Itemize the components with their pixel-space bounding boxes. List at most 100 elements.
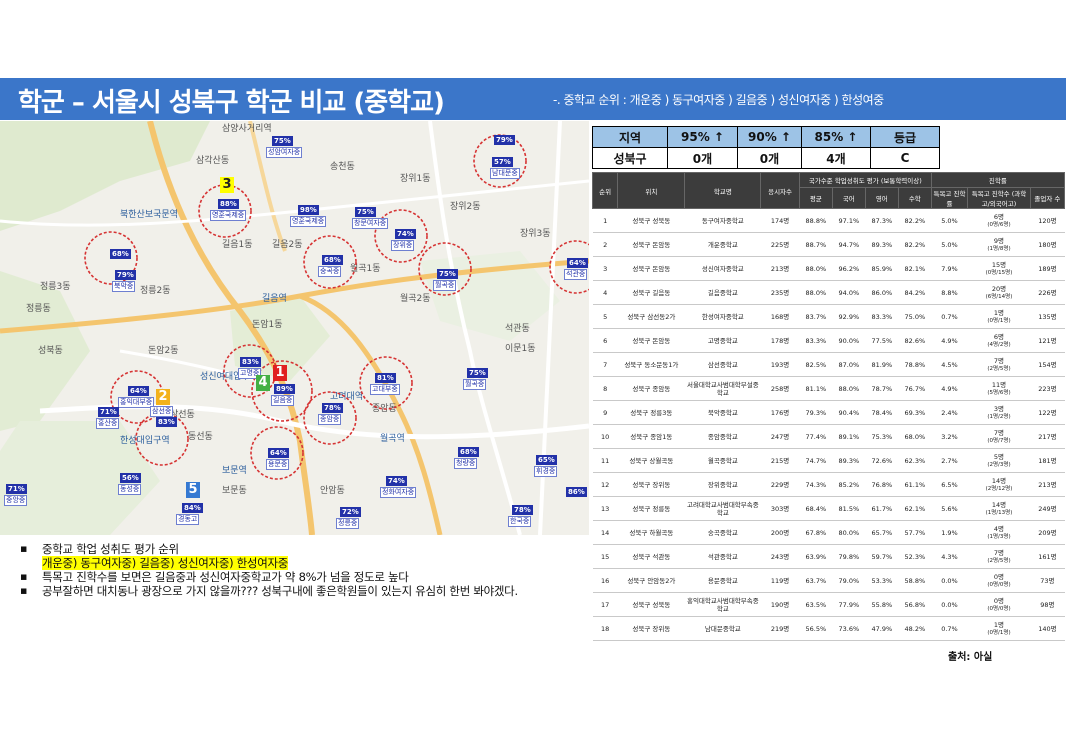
svg-text:월곡2동: 월곡2동 (400, 292, 431, 304)
table-cell-grad: 122명 (1030, 400, 1065, 425)
summary-cell: 4개 (801, 147, 871, 169)
note-item: 개운중) 동구여자중) 길음중) 성신여자중) 한성여자중 (20, 556, 590, 570)
table-cell-rank: 4 (592, 280, 618, 305)
table-cell-grad: 135명 (1030, 304, 1065, 329)
table-cell-math: 56.8% (898, 592, 932, 617)
svg-text:송천동: 송천동 (330, 161, 355, 172)
table-cell-cnt: 15명 (0명/15명) (967, 256, 1031, 281)
cnt-value: 9명 (993, 236, 1005, 245)
table-cell-kor: 94.0% (832, 280, 866, 305)
table-cell-n: 235명 (760, 280, 800, 305)
table-cell-rank: 1 (592, 208, 618, 233)
table-cell-avg: 88.7% (799, 232, 833, 257)
map-label: 삼양사거리역 (222, 123, 272, 134)
table-cell-eng: 61.7% (865, 496, 899, 521)
table-cell-cnt: 5명 (2명/3명) (967, 448, 1031, 473)
map-marker-school: 종암중 (318, 414, 342, 425)
table-cell-cnt: 14명 (2명/12명) (967, 472, 1031, 497)
col-header: 학교명 (684, 172, 762, 209)
table-cell-rate: 5.0% (931, 208, 968, 233)
table-cell-avg: 79.3% (799, 400, 833, 425)
cnt-breakdown: (1명/3명) (987, 533, 1011, 540)
table-cell-cnt: 0명 (0명/0명) (967, 592, 1031, 617)
map-marker-pct: 81% (375, 373, 396, 383)
table-cell-eng: 83.3% (865, 304, 899, 329)
table-cell-math: 82.2% (898, 208, 932, 233)
cnt-breakdown: (1명/2명) (987, 413, 1011, 420)
map-marker-pct: 68% (110, 249, 131, 259)
table-cell-school: 성신여자중학교 (684, 256, 761, 281)
table-cell-math: 84.2% (898, 280, 932, 305)
map-marker-school: 정릉중 (336, 518, 360, 529)
map-marker-pct: 83% (156, 417, 177, 427)
table-cell-avg: 68.4% (799, 496, 833, 521)
table-row: 11 성북구 상월곡동 월곡중학교 215명 74.7% 89.3% 72.6% 62.3% 2… (592, 448, 1065, 473)
notes: ▪ 중학교 학업 성취도 평가 순위 개운중) 동구여자중) 길음중) 성신여자중… (20, 542, 590, 598)
table-cell-grad: 98명 (1030, 592, 1065, 617)
table-cell-rate: 4.9% (931, 328, 968, 353)
svg-text:정릉동: 정릉동 (26, 303, 51, 314)
cnt-value: 14명 (991, 500, 1007, 509)
map-marker-pct: 71% (98, 407, 119, 417)
summary-header: 85% ↑ (801, 126, 871, 148)
table-cell-math: 78.8% (898, 352, 932, 377)
table-cell-math: 57.7% (898, 520, 932, 545)
svg-text:보문동: 보문동 (222, 485, 247, 496)
table-cell-eng: 55.8% (865, 592, 899, 617)
table-cell-avg: 81.1% (799, 376, 833, 401)
table-cell-rank: 2 (592, 232, 618, 257)
map-marker-school: 정화여자중 (380, 487, 417, 498)
cnt-breakdown: (0명/0명) (987, 605, 1011, 612)
map-marker-pct: 71% (6, 484, 27, 494)
cnt-value: 6명 (993, 212, 1005, 221)
table-cell-eng: 76.8% (865, 472, 899, 497)
cnt-value: 3명 (993, 404, 1005, 413)
svg-text:동선동: 동선동 (188, 431, 213, 442)
map-marker-school: 숭곡중 (318, 266, 342, 277)
table-cell-rate: 0.7% (931, 616, 968, 641)
school-map[interactable]: 삼양사거리역 삼각산동 송천동 장위1동 장위2동 장위3동 북한산보국문역 정… (0, 121, 589, 535)
table-cell-loc: 성북구 삼선동2가 (617, 304, 685, 329)
rank-badge: 3 (220, 177, 234, 193)
table-cell-loc: 성북구 종암1동 (617, 424, 685, 449)
cnt-value: 6명 (993, 332, 1005, 341)
table-cell-n: 225명 (760, 232, 800, 257)
map-marker-pct: 79% (494, 135, 515, 145)
table-cell-n: 119명 (760, 568, 800, 593)
summary-cell: 0개 (667, 147, 738, 169)
table-cell-rank: 5 (592, 304, 618, 329)
map-marker-pct: 72% (340, 507, 361, 517)
cnt-breakdown: (6명/14명) (985, 293, 1013, 300)
cnt-value: 1명 (993, 620, 1005, 629)
table-cell-cnt: 7명 (2명/5명) (967, 352, 1031, 377)
cnt-breakdown: (2명/5명) (987, 365, 1011, 372)
table-cell-rank: 12 (592, 472, 618, 497)
col-header: 순위 (591, 172, 619, 209)
table-cell-loc: 성북구 길음동 (617, 280, 685, 305)
table-cell-math: 52.3% (898, 544, 932, 569)
table-row: 16 성북구 안암동2가 용문중학교 119명 63.7% 79.0% 53.3% 58.8%… (592, 568, 1065, 593)
table-cell-eng: 65.7% (865, 520, 899, 545)
map-marker-pct: 75% (272, 136, 293, 146)
table-cell-cnt: 20명 (6명/14명) (967, 280, 1031, 305)
table-cell-avg: 67.8% (799, 520, 833, 545)
col-header: 졸업자 수 (1029, 187, 1066, 209)
table-cell-school: 동구여자중학교 (684, 208, 761, 233)
rank-badge: 2 (156, 389, 170, 405)
table-cell-n: 178명 (760, 328, 800, 353)
table-cell-avg: 63.5% (799, 592, 833, 617)
map-background: 삼양사거리역 삼각산동 송천동 장위1동 장위2동 장위3동 북한산보국문역 정… (0, 121, 589, 535)
map-marker-pct: 74% (395, 229, 416, 239)
map-marker-school: 고대부중 (370, 384, 400, 395)
table-cell-eng: 47.9% (865, 616, 899, 641)
map-marker-pct: 75% (467, 368, 488, 378)
table-cell-cnt: 11명 (5명/6명) (967, 376, 1031, 401)
table-cell-grad: 180명 (1030, 232, 1065, 257)
rank-badge: 1 (273, 365, 287, 381)
table-cell-kor: 79.0% (832, 568, 866, 593)
svg-text:종암동: 종암동 (372, 402, 397, 414)
col-header: 국어 (831, 187, 866, 209)
source-note: 출처: 아실 (948, 652, 993, 663)
table-cell-math: 75.0% (898, 304, 932, 329)
table-cell-rank: 18 (592, 616, 618, 641)
